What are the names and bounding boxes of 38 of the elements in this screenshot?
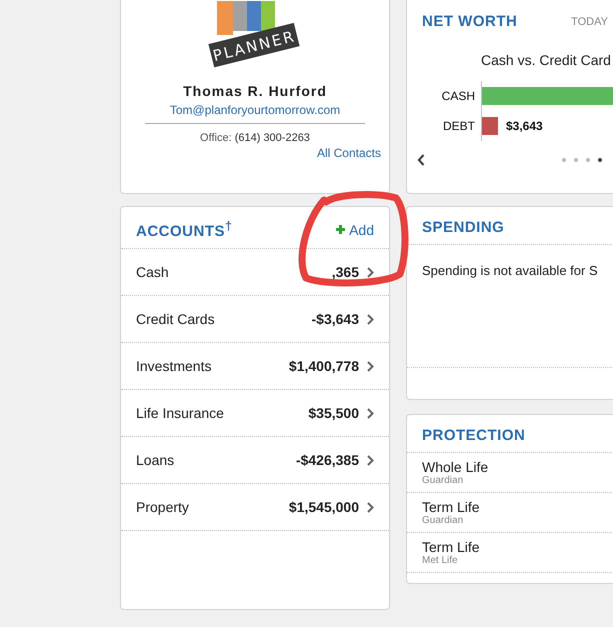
spending-message: Spending is not available for S	[422, 263, 598, 278]
policy-carrier: Guardian	[422, 515, 464, 526]
policy-name: Term Life	[422, 499, 481, 515]
chevron-right-icon	[367, 360, 374, 372]
account-row[interactable]: Life Insurance $35,500	[121, 390, 389, 437]
all-contacts-link[interactable]: All Contacts	[316, 146, 381, 160]
chevron-right-icon	[367, 502, 374, 512]
policy-carrier: Guardian	[422, 475, 464, 486]
page-dot[interactable]	[562, 158, 566, 162]
add-button[interactable]: Add	[336, 222, 374, 238]
net-worth-title: NET WORTH	[422, 13, 518, 30]
office-label: Office:	[200, 132, 232, 144]
account-row[interactable]: Investments $1,400,778	[121, 343, 389, 390]
account-row[interactable]: Property $1,545,000	[121, 484, 389, 531]
plus-icon	[336, 225, 346, 234]
account-row[interactable]: Cash ,365	[121, 249, 389, 296]
email-link[interactable]: Tom@planforyourtomorrow.com	[170, 103, 340, 117]
chevron-right-icon	[367, 408, 374, 418]
chevron-right-icon	[367, 454, 374, 466]
bar-value: $3,643	[506, 118, 543, 135]
chevron-right-icon	[367, 314, 374, 324]
account-row[interactable]: Loans -$426,385	[121, 437, 389, 484]
office-phone: (614) 300-2263	[234, 132, 310, 144]
policy-name: Whole Life	[422, 459, 490, 475]
account-row[interactable]: Credit Cards -$3,643	[121, 296, 389, 343]
page-dot[interactable]	[574, 158, 578, 162]
chevron-right-icon	[367, 266, 374, 278]
contact-name: Thomas R. Hurford	[183, 83, 327, 99]
spending-title: SPENDING	[422, 219, 504, 236]
page-dot[interactable]	[586, 158, 590, 162]
protection-title: PROTECTION	[422, 427, 526, 444]
policy-name: Term Life	[422, 539, 481, 555]
period-label[interactable]: TODAY	[571, 16, 608, 28]
chart-title: Cash vs. Credit Card	[481, 52, 612, 68]
accounts-title: ACCOUNTS$^{†}$	[136, 219, 232, 240]
chevron-left-icon[interactable]	[417, 154, 425, 166]
page-dot[interactable]	[598, 158, 602, 162]
policy-carrier: Met Life	[422, 555, 459, 566]
